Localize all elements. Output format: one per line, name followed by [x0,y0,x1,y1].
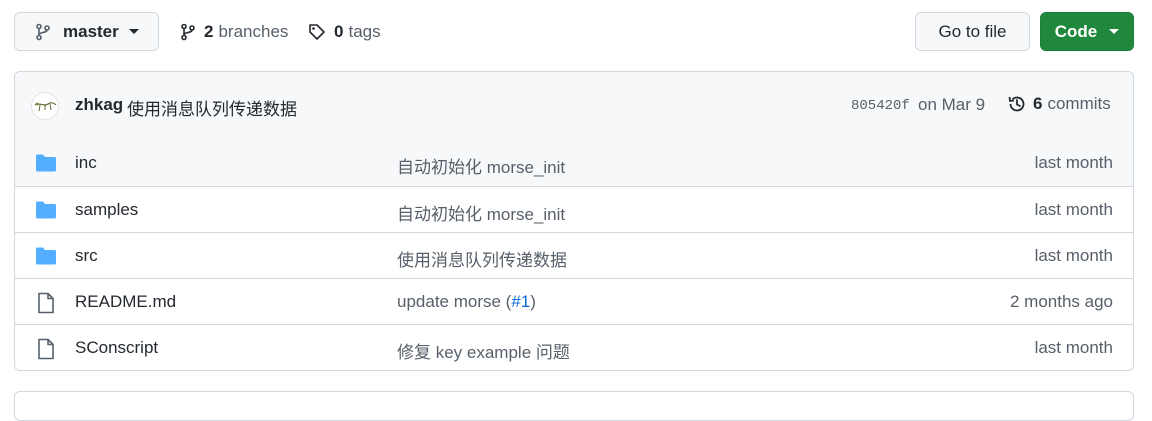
branches-count: 2 [204,22,214,41]
branches-label: branches [218,22,289,41]
file-row: samples 自动初始化 morse_init last month [15,186,1133,232]
commits-count: 6 [1033,94,1043,113]
commit-message[interactable]: 使用消息队列传递数据 [127,95,297,120]
tag-icon [309,24,325,40]
file-age: last month [1034,153,1113,172]
file-browser: zhkag 使用消息队列传递数据 805420f on Mar 9 6 comm… [14,71,1134,371]
branch-name: master [63,21,119,41]
folder-icon [36,247,56,265]
latest-commit-bar: zhkag 使用消息队列传递数据 805420f on Mar 9 6 comm… [15,72,1133,141]
commit-message-end: ) [530,292,536,311]
file-name[interactable]: inc [75,153,97,173]
file-row: README.md update morse (#1) 2 months ago [15,278,1133,324]
file-name[interactable]: src [75,246,98,266]
file-commit-message[interactable]: 修复 key example 问题 [397,338,570,363]
git-branch-icon [36,23,50,40]
go-to-file-button[interactable]: Go to file [915,12,1030,51]
commits-history-link[interactable]: 6 commits [1007,94,1111,114]
pull-request-link[interactable]: #1 [511,292,530,311]
file-age: last month [1034,338,1113,357]
chevron-down-icon [128,29,139,34]
file-age: last month [1034,246,1113,265]
readme-box [14,391,1134,421]
file-name[interactable]: README.md [75,292,176,312]
file-commit-message[interactable]: 自动初始化 morse_init [397,200,565,225]
file-row: src 使用消息队列传递数据 last month [15,232,1133,278]
tags-link[interactable]: 0 tags [308,14,381,50]
tags-label: tags [348,22,381,41]
history-icon [1008,96,1025,112]
file-icon [38,338,54,360]
file-age: 2 months ago [1009,292,1113,311]
code-button-label: Code [1054,21,1098,41]
repo-toolbar: master 2 branches 0 tags Go to file Code [0,0,1152,60]
branches-link[interactable]: 2 branches [180,14,288,50]
chevron-down-icon [1109,29,1120,34]
file-row: inc 自动初始化 morse_init last month [15,140,1133,186]
folder-icon [36,201,56,219]
git-branch-icon [181,23,195,41]
file-age: last month [1034,200,1113,219]
file-commit-message[interactable]: 使用消息队列传递数据 [397,246,567,271]
commit-sha[interactable]: 805420f [851,98,910,114]
commit-date: on Mar 9 [918,95,986,114]
file-commit-message[interactable]: 自动初始化 morse_init [397,153,565,178]
branch-selector-button[interactable]: master [14,12,159,51]
tags-count: 0 [334,22,344,41]
file-icon [38,292,54,314]
file-name[interactable]: samples [75,200,138,220]
folder-icon [36,154,56,172]
commits-label: commits [1047,94,1111,113]
code-button[interactable]: Code [1040,12,1134,51]
avatar-image [34,102,57,112]
file-row: SConscript 修复 key example 问题 last month [15,324,1133,370]
file-name[interactable]: SConscript [75,338,158,358]
file-commit-message[interactable]: update morse (#1) [397,292,536,312]
commit-author[interactable]: zhkag [75,95,123,115]
commit-message-text: update morse ( [397,292,512,311]
avatar[interactable] [31,92,59,120]
